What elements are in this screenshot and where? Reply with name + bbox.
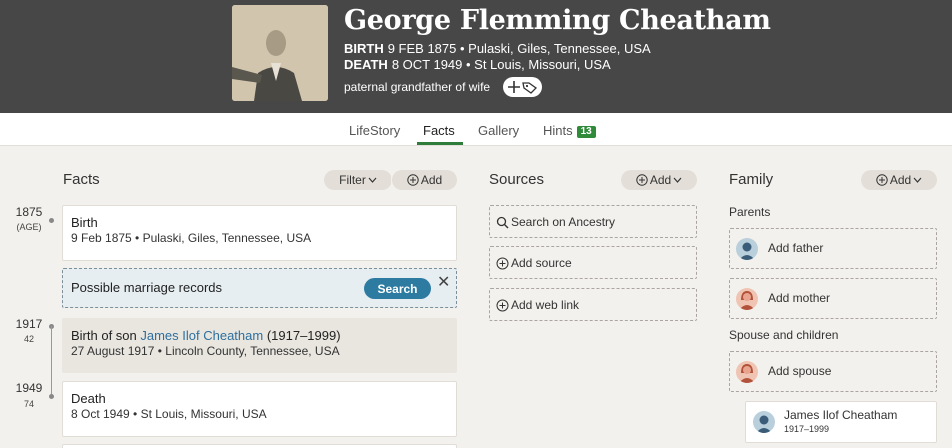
tab-hints[interactable]: Hints 13: [543, 123, 596, 138]
fact-title: Death: [71, 391, 106, 406]
add-fact-label: Add: [420, 173, 443, 187]
son-years: (1917–1999): [263, 328, 341, 343]
sources-heading: Sources: [489, 171, 545, 188]
plus-tag-icon: [507, 81, 537, 94]
fact-detail: 27 August 1917 • Lincoln County, Tenness…: [71, 344, 340, 358]
add-family-dropdown[interactable]: Add: [861, 170, 937, 190]
tab-hints-label: Hints: [543, 123, 573, 138]
parents-label: Parents: [729, 205, 771, 219]
fact-card-son-birth[interactable]: Birth of son James Ilof Cheatham (1917–1…: [62, 318, 457, 373]
search-ancestry-label: Search on Ancestry: [511, 215, 616, 229]
search-ancestry-button[interactable]: Search on Ancestry: [489, 205, 697, 238]
female-avatar-icon: [736, 361, 758, 383]
tab-lifestory[interactable]: LifeStory: [349, 123, 400, 138]
male-avatar-icon: [736, 238, 758, 260]
fact-card-birth[interactable]: Birth 9 Feb 1875 • Pulaski, Giles, Tenne…: [62, 205, 457, 261]
timeline-dot: [49, 218, 54, 223]
suggestion-text: Possible marriage records: [71, 280, 223, 295]
male-avatar-icon: [753, 411, 775, 433]
child-name: James Ilof Cheatham: [784, 408, 898, 422]
female-avatar-icon: [736, 288, 758, 310]
timeline-year: 1917: [15, 317, 43, 331]
add-fact-button[interactable]: Add: [392, 170, 457, 190]
timeline-year: 1949: [15, 381, 43, 395]
plus-circle-icon: [407, 174, 419, 186]
search-button[interactable]: Search: [364, 278, 431, 299]
add-source-label: Add: [649, 173, 672, 187]
person-name: George Flemming Cheatham: [344, 5, 771, 36]
timeline-line: [51, 326, 52, 396]
add-spouse-button[interactable]: Add spouse: [729, 351, 937, 392]
add-tag-button[interactable]: [503, 77, 542, 97]
death-value: 8 OCT 1949 • St Louis, Missouri, USA: [391, 57, 611, 72]
son-name-link[interactable]: James Ilof Cheatham: [140, 328, 263, 343]
add-mother-button[interactable]: Add mother: [729, 278, 937, 319]
tab-bar: LifeStory Facts Gallery Hints 13: [0, 113, 952, 146]
child-years: 1917–1999: [784, 424, 830, 434]
timeline-age: 74: [23, 399, 34, 409]
search-icon: [496, 216, 509, 228]
add-family-label: Add: [889, 173, 912, 187]
filter-label: Filter: [339, 173, 366, 187]
death-label: DEATH: [344, 57, 388, 72]
plus-circle-icon: [496, 299, 509, 311]
tab-gallery[interactable]: Gallery: [478, 123, 519, 138]
birth-summary: BIRTH 9 FEB 1875 • Pulaski, Giles, Tennes…: [344, 41, 651, 56]
fact-title: Birth: [71, 215, 98, 230]
tab-facts[interactable]: Facts: [423, 123, 455, 138]
filter-button[interactable]: Filter: [324, 170, 392, 190]
chevron-down-icon: [673, 177, 682, 183]
plus-circle-icon: [496, 257, 509, 269]
timeline-age: (AGE): [16, 222, 42, 232]
facts-heading: Facts: [63, 171, 100, 188]
fact-card-next[interactable]: [62, 444, 457, 448]
add-spouse-label: Add spouse: [768, 364, 832, 378]
death-summary: DEATH 8 OCT 1949 • St Louis, Missouri, US…: [344, 57, 611, 72]
fact-detail: 8 Oct 1949 • St Louis, Missouri, USA: [71, 407, 267, 421]
fact-detail: 9 Feb 1875 • Pulaski, Giles, Tennessee, …: [71, 231, 312, 245]
marriage-records-suggestion: Possible marriage records Search ✕: [62, 268, 457, 308]
add-father-button[interactable]: Add father: [729, 228, 937, 269]
add-source-button[interactable]: Add source: [489, 246, 697, 279]
add-source-dropdown[interactable]: Add: [621, 170, 697, 190]
hints-count-badge: 13: [576, 126, 596, 138]
add-web-link-button[interactable]: Add web link: [489, 288, 697, 321]
timeline-year: 1875: [15, 205, 43, 219]
active-tab-indicator: [417, 142, 463, 145]
fact-card-death[interactable]: Death 8 Oct 1949 • St Louis, Missouri, U…: [62, 381, 457, 437]
chevron-down-icon: [368, 177, 377, 183]
timeline-age: 42: [23, 334, 34, 344]
child-card[interactable]: James Ilof Cheatham 1917–1999: [745, 401, 937, 443]
add-web-link-text: Add web link: [511, 298, 580, 312]
close-icon[interactable]: ✕: [437, 272, 450, 292]
family-heading: Family: [729, 171, 774, 188]
son-prefix: Birth of son: [71, 328, 141, 343]
add-mother-label: Add mother: [768, 291, 831, 305]
add-father-label: Add father: [768, 241, 824, 255]
birth-label: BIRTH: [344, 41, 384, 56]
relationship-text: paternal grandfather of wife: [344, 80, 491, 94]
fact-title: Birth of son James Ilof Cheatham (1917–1…: [71, 328, 341, 343]
plus-circle-icon: [876, 174, 888, 186]
profile-photo[interactable]: [232, 5, 328, 101]
profile-header: George Flemming Cheatham BIRTH 9 FEB 1875…: [0, 0, 952, 113]
timeline-dot: [49, 394, 54, 399]
spouse-children-label: Spouse and children: [729, 328, 839, 342]
add-source-text: Add source: [511, 256, 572, 270]
birth-value: 9 FEB 1875 • Pulaski, Giles, Tennessee, …: [387, 41, 651, 56]
plus-circle-icon: [636, 174, 648, 186]
chevron-down-icon: [913, 177, 922, 183]
